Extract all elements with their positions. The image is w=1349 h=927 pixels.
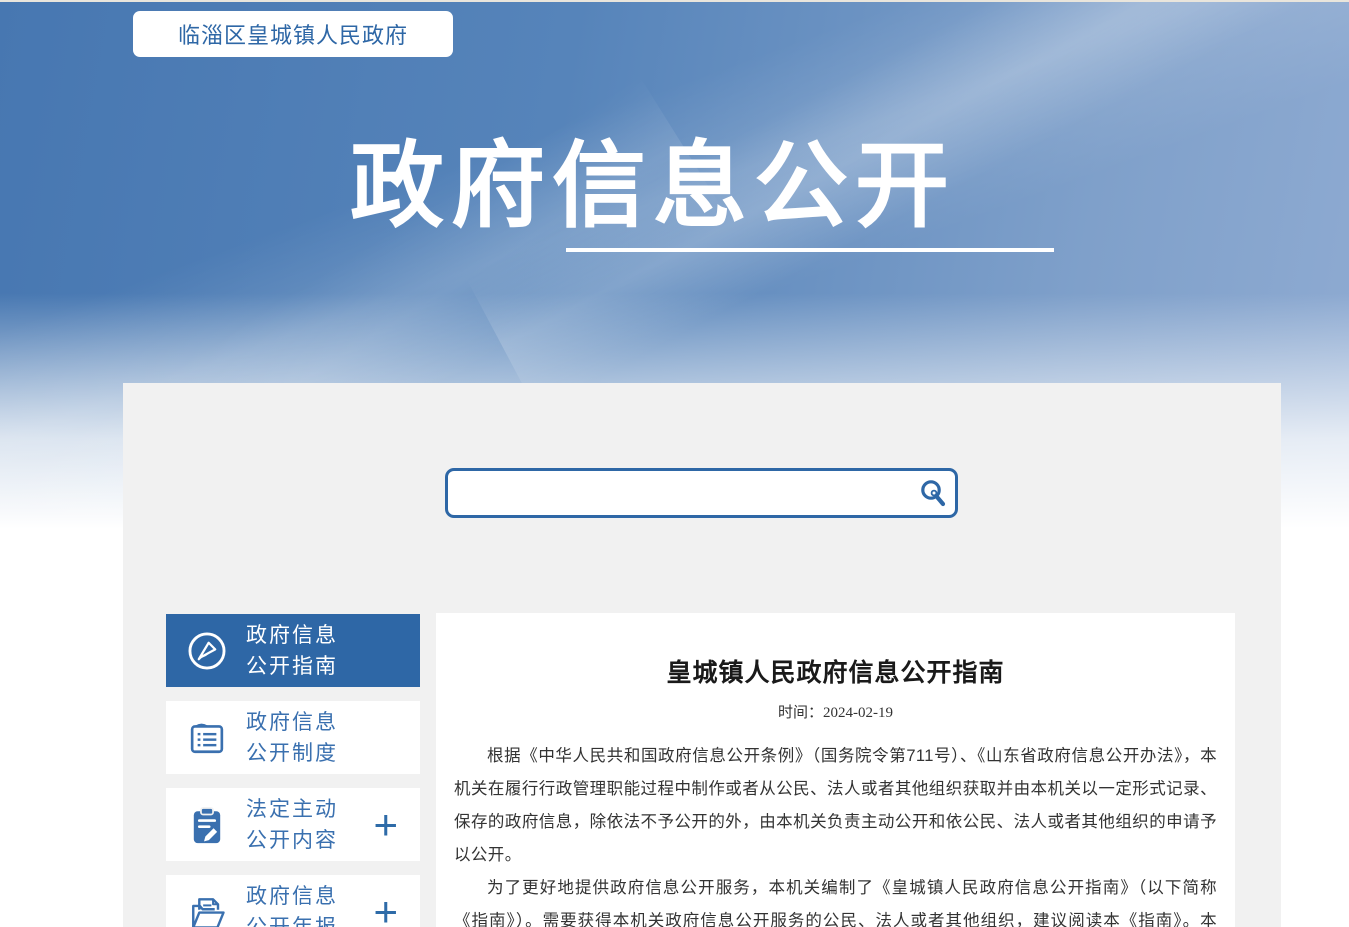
article-title: 皇城镇人民政府信息公开指南	[454, 659, 1217, 689]
sidebar-item-gov-info-system[interactable]: 政府信息 公开制度	[166, 701, 420, 774]
title-underline	[566, 248, 1054, 252]
sidebar-item-annual-report[interactable]: 政府信息 公开年报 +	[166, 875, 420, 927]
folder-icon	[184, 889, 230, 927]
sidebar-item-label: 政府信息 公开年报	[246, 881, 338, 927]
article-paragraph: 根据《中华人民共和国政府信息公开条例》（国务院令第711号）、《山东省政府信息公…	[454, 740, 1217, 872]
expander-plus-icon[interactable]: +	[373, 891, 420, 927]
sidebar-item-label: 法定主动 公开内容	[246, 794, 338, 856]
expander-plus-icon[interactable]: +	[373, 804, 420, 846]
date-label: 时间：	[778, 705, 823, 721]
sidebar-item-label: 政府信息 公开制度	[246, 707, 338, 769]
sidebar-item-gov-info-guide[interactable]: 政府信息 公开指南	[166, 614, 420, 687]
search-button[interactable]	[911, 471, 955, 515]
article-body: 根据《中华人民共和国政府信息公开条例》（国务院令第711号）、《山东省政府信息公…	[454, 740, 1217, 927]
sidebar-item-statutory-disclosure[interactable]: 法定主动 公开内容 +	[166, 788, 420, 861]
search-icon	[918, 478, 948, 508]
book-icon	[184, 715, 230, 761]
compass-icon	[184, 628, 230, 674]
sidebar-nav: 政府信息 公开指南 政府信息 公开制度	[166, 614, 420, 927]
site-name-badge[interactable]: 临淄区皇城镇人民政府	[133, 11, 453, 57]
article-panel: 皇城镇人民政府信息公开指南 时间：2024-02-19 根据《中华人民共和国政府…	[436, 613, 1235, 927]
site-name-label: 临淄区皇城镇人民政府	[178, 18, 408, 50]
page: 临淄区皇城镇人民政府 政府信息公开	[0, 0, 1349, 927]
date-value: 2024-02-19	[823, 705, 893, 721]
search-box	[445, 468, 958, 518]
article-paragraph: 为了更好地提供政府信息公开服务，本机关编制了《皇城镇人民政府信息公开指南》（以下…	[454, 872, 1217, 927]
search-input[interactable]	[448, 471, 911, 515]
sidebar-item-label: 政府信息 公开指南	[246, 620, 338, 682]
clipboard-icon	[184, 802, 230, 848]
page-title: 政府信息公开	[350, 110, 1010, 246]
article-date: 时间：2024-02-19	[454, 701, 1217, 722]
